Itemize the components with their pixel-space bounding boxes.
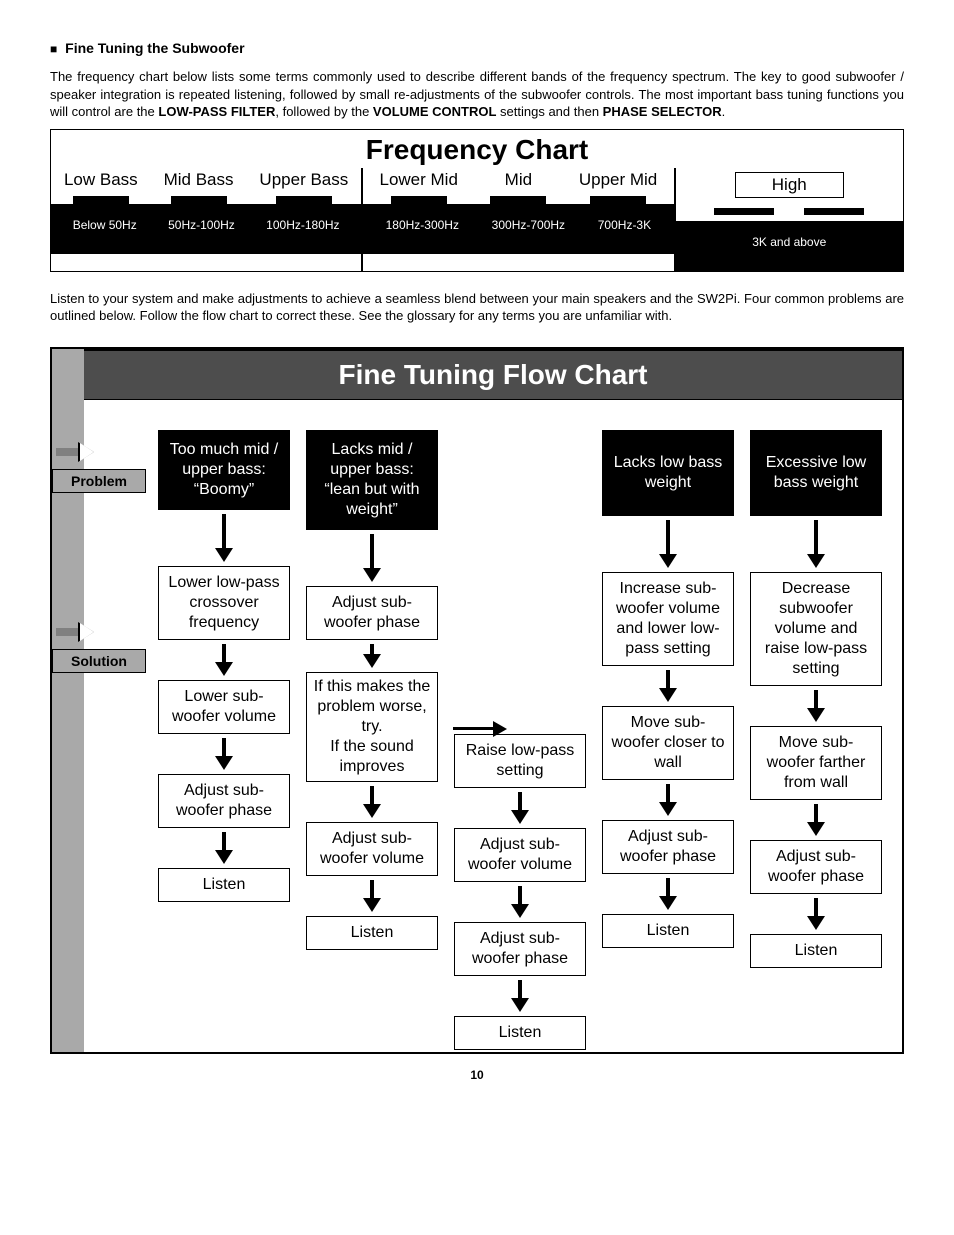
band-bar-icon	[490, 196, 546, 204]
arrow-down-icon	[807, 804, 825, 836]
intro-p4: .	[722, 104, 726, 119]
step-box: Lower sub-woofer volume	[158, 680, 290, 734]
section-title-text: Fine Tuning the Subwoofer	[65, 40, 244, 56]
band-bar-icon	[171, 196, 227, 204]
intro-b1: LOW-PASS FILTER	[158, 104, 275, 119]
band-range: 100Hz-180Hz	[266, 218, 339, 232]
band-range: 180Hz-300Hz	[386, 218, 459, 232]
arrow-down-icon	[215, 832, 233, 864]
step-box: Adjust sub-woofer phase	[158, 774, 290, 828]
arrow-down-icon	[659, 878, 677, 910]
step-box: Adjust sub-woofer volume	[454, 828, 586, 882]
arrow-down-icon	[807, 520, 825, 568]
flow-col-4: Lacks low bass weight Increase sub-woofe…	[602, 430, 734, 1050]
solution-tag: Solution	[52, 649, 146, 673]
band-bar-icon	[73, 196, 129, 204]
arrow-down-icon	[215, 738, 233, 770]
step-box: Adjust sub-woofer phase	[454, 922, 586, 976]
arrow-down-icon	[363, 534, 381, 582]
band-label: Upper Mid	[579, 170, 657, 190]
intro-p3: settings and then	[496, 104, 602, 119]
arrow-down-icon	[659, 670, 677, 702]
arrow-down-icon	[511, 792, 529, 824]
section-title: ■ Fine Tuning the Subwoofer	[50, 40, 904, 56]
band-range: 3K and above	[752, 235, 826, 249]
band-label: Upper Bass	[259, 170, 348, 190]
step-box: Listen	[602, 914, 734, 948]
intro-paragraph: The frequency chart below lists some ter…	[50, 68, 904, 121]
problem-box: Lacks mid / upper bass: “lean but with w…	[306, 430, 438, 530]
flow-chart-title: Fine Tuning Flow Chart	[84, 349, 902, 400]
freq-group-mid: Lower Mid Mid Upper Mid 180Hz-300Hz 300H…	[362, 168, 674, 271]
band-label: Mid	[505, 170, 532, 190]
step-box: Listen	[750, 934, 882, 968]
step-box: Adjust sub-woofer volume	[306, 822, 438, 876]
arrow-down-icon	[215, 644, 233, 676]
page-number: 10	[50, 1068, 904, 1082]
step-box: Adjust sub-woofer phase	[306, 586, 438, 640]
square-bullet-icon: ■	[50, 42, 57, 56]
step-box: Decrease subwoofer volume and raise low-…	[750, 572, 882, 686]
arrow-right-icon	[56, 625, 96, 639]
step-box: Listen	[454, 1016, 586, 1050]
band-bar-icon	[590, 196, 646, 204]
branch-note: If this makes the problem worse, try. If…	[306, 672, 438, 782]
branch-text: If this makes the problem worse, try. If…	[314, 678, 431, 775]
band-label: High	[735, 172, 844, 198]
paragraph-2: Listen to your system and make adjustmen…	[50, 290, 904, 325]
problem-tag: Problem	[52, 469, 146, 493]
flow-col-1: Too much mid / upper bass: “Boomy” Lower…	[158, 430, 290, 1050]
arrow-right-icon	[453, 727, 493, 730]
band-range: 700Hz-3K	[598, 218, 651, 232]
arrow-down-icon	[363, 644, 381, 668]
freq-group-high: High 3K and above	[675, 168, 904, 271]
flow-col-2: Lacks mid / upper bass: “lean but with w…	[306, 430, 438, 1050]
flow-col-3: Raise low-pass setting Adjust sub-woofer…	[454, 430, 586, 1050]
problem-box: Excessive low bass weight	[750, 430, 882, 516]
arrow-right-icon	[56, 445, 96, 459]
band-bar-icon	[714, 208, 774, 215]
step-box: Listen	[306, 916, 438, 950]
band-bar-icon	[276, 196, 332, 204]
band-range: 300Hz-700Hz	[492, 218, 565, 232]
flow-col-5: Excessive low bass weight Decrease subwo…	[750, 430, 882, 1050]
step-box: Adjust sub-woofer phase	[750, 840, 882, 894]
step-box: Lower low-pass crossover frequency	[158, 566, 290, 640]
arrow-down-icon	[363, 880, 381, 912]
intro-b2: VOLUME CONTROL	[373, 104, 497, 119]
arrow-down-icon	[807, 898, 825, 930]
step-box: Raise low-pass setting	[454, 734, 586, 788]
frequency-chart: Frequency Chart Low Bass Mid Bass Upper …	[50, 129, 904, 272]
band-bar-icon	[391, 196, 447, 204]
problem-box: Lacks low bass weight	[602, 430, 734, 516]
problem-box: Too much mid / upper bass: “Boomy”	[158, 430, 290, 510]
band-bar-icon	[804, 208, 864, 215]
arrow-down-icon	[659, 784, 677, 816]
band-range: 50Hz-100Hz	[168, 218, 235, 232]
arrow-down-icon	[511, 886, 529, 918]
band-label: Low Bass	[64, 170, 138, 190]
step-box: Increase sub-woofer volume and lower low…	[602, 572, 734, 666]
arrow-down-icon	[659, 520, 677, 568]
flow-chart: Fine Tuning Flow Chart Problem Solution …	[50, 347, 904, 1054]
intro-p2: , followed by the	[275, 104, 373, 119]
step-box: Move sub-woofer closer to wall	[602, 706, 734, 780]
arrow-down-icon	[511, 980, 529, 1012]
band-range: Below 50Hz	[73, 218, 137, 232]
band-label: Lower Mid	[379, 170, 457, 190]
step-box: Move sub-woofer farther from wall	[750, 726, 882, 800]
band-label: Mid Bass	[164, 170, 234, 190]
frequency-chart-title: Frequency Chart	[51, 130, 903, 168]
arrow-down-icon	[363, 786, 381, 818]
arrow-down-icon	[215, 514, 233, 562]
step-box: Adjust sub-woofer phase	[602, 820, 734, 874]
step-box: Listen	[158, 868, 290, 902]
intro-b3: PHASE SELECTOR	[603, 104, 722, 119]
arrow-down-icon	[807, 690, 825, 722]
freq-group-bass: Low Bass Mid Bass Upper Bass Below 50Hz …	[51, 168, 362, 271]
